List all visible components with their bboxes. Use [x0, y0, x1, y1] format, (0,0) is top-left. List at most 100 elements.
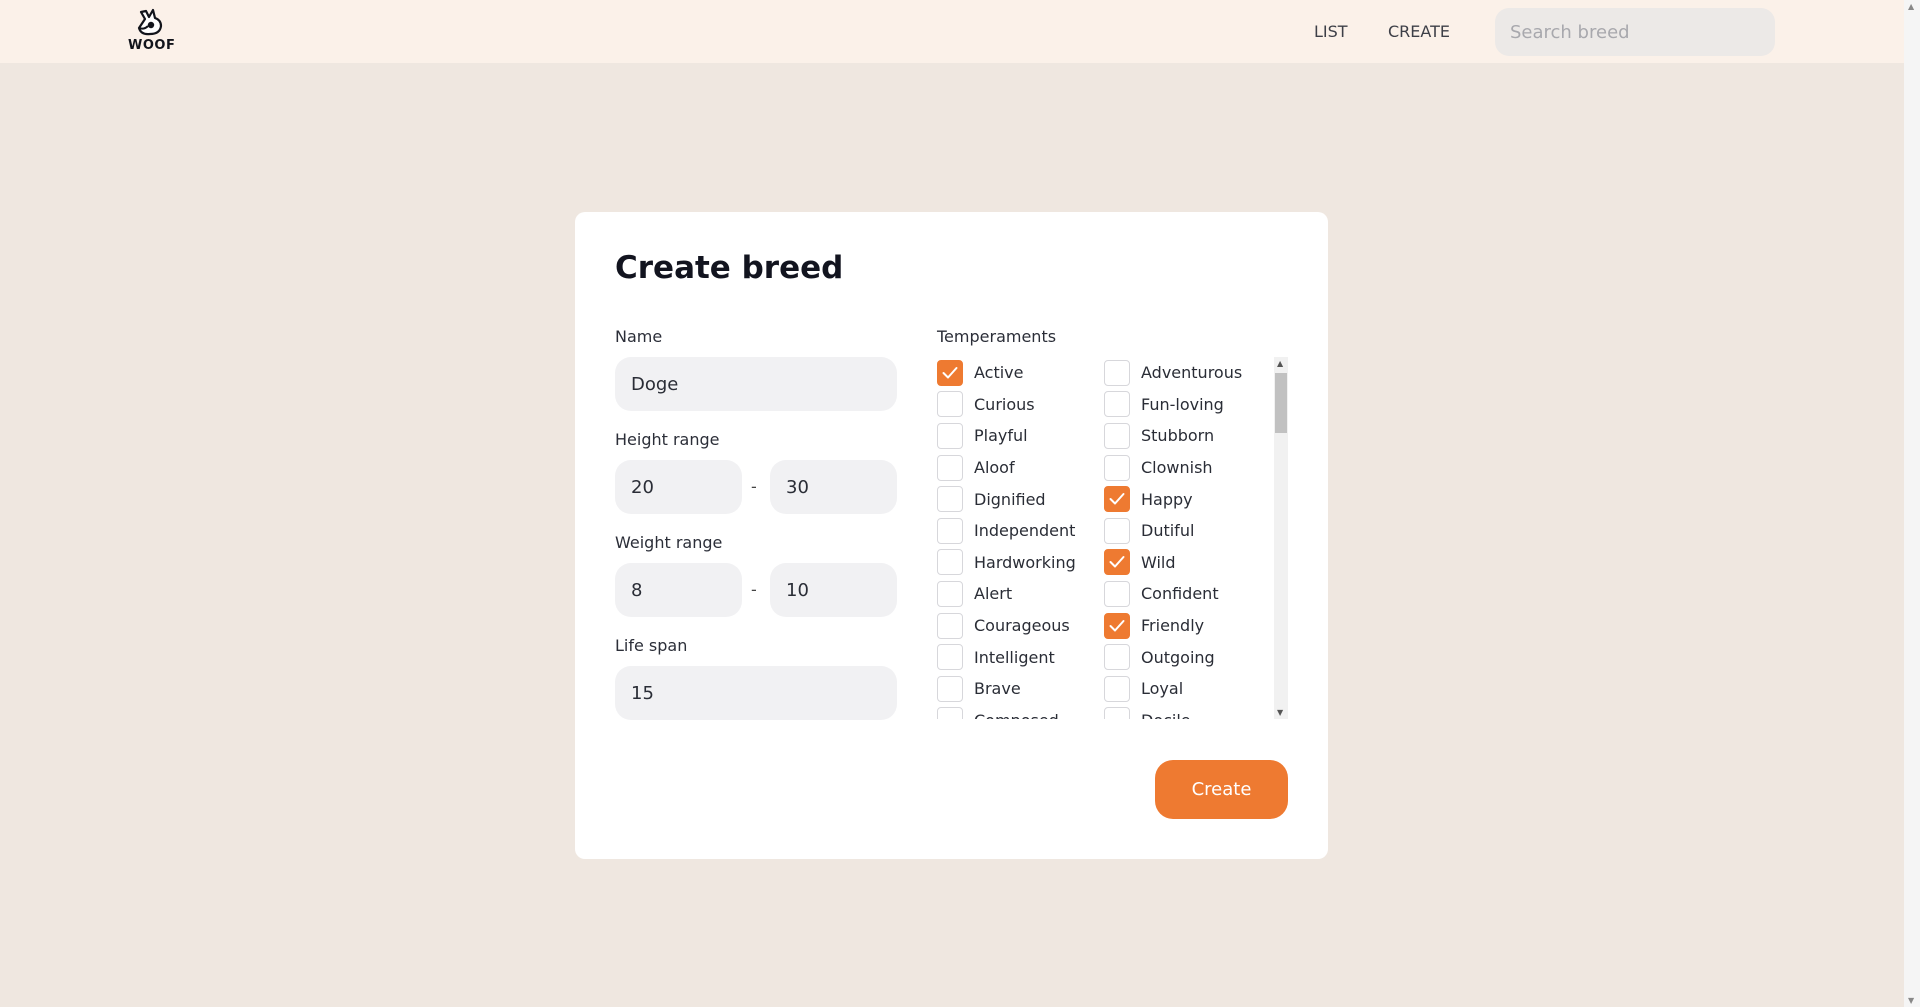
check-icon [942, 366, 958, 379]
temperament-checkbox[interactable] [1104, 422, 1130, 449]
temperament-option[interactable]: Dignified [937, 483, 1076, 515]
temperament-label: Docile [1141, 711, 1191, 719]
temperament-option[interactable]: Docile [1104, 705, 1242, 719]
nav-list-link[interactable]: LIST [1314, 22, 1348, 41]
temperament-checkbox[interactable] [1104, 517, 1130, 544]
temperament-checkbox[interactable] [1104, 486, 1130, 513]
temperament-checkbox[interactable] [1104, 391, 1130, 418]
temperament-checkbox[interactable] [1104, 580, 1130, 607]
temperament-option[interactable]: Composed [937, 705, 1076, 719]
temperaments-list[interactable]: Active Curious Playful Aloof Dignified Indepe… [937, 357, 1277, 719]
check-icon [1109, 556, 1125, 568]
temperament-label: Loyal [1141, 679, 1184, 699]
weight-min-field[interactable] [615, 563, 742, 617]
height-range-label: Height range [615, 430, 720, 449]
temperament-option[interactable]: Intelligent [937, 641, 1076, 673]
temperament-checkbox[interactable] [1104, 359, 1130, 386]
temperament-label: Aloof [974, 458, 1015, 478]
temperament-checkbox[interactable] [937, 707, 963, 719]
temperament-option[interactable]: Stubborn [1104, 420, 1242, 452]
temperament-checkbox[interactable] [1104, 612, 1130, 639]
scroll-down-icon[interactable]: ▼ [1277, 708, 1283, 717]
temperament-label: Stubborn [1141, 426, 1215, 446]
temperament-label: Independent [974, 521, 1076, 541]
temperament-option[interactable]: Playful [937, 420, 1076, 452]
temperament-option[interactable]: Active [937, 357, 1076, 389]
temperament-option[interactable]: Hardworking [937, 547, 1076, 579]
temperament-option[interactable]: Wild [1104, 547, 1242, 579]
temperament-checkbox[interactable] [1104, 644, 1130, 671]
temperament-checkbox[interactable] [937, 580, 963, 607]
temperament-label: Wild [1141, 552, 1176, 572]
height-min-field[interactable] [615, 460, 742, 514]
temperament-checkbox[interactable] [937, 486, 963, 513]
temperament-checkbox[interactable] [937, 359, 963, 386]
temperament-option[interactable]: Happy [1104, 483, 1242, 515]
temperament-option[interactable]: Fun-loving [1104, 389, 1242, 421]
temperament-option[interactable]: Confident [1104, 578, 1242, 610]
temperament-option[interactable]: Alert [937, 578, 1076, 610]
temperament-option[interactable]: Curious [937, 389, 1076, 421]
temperament-option[interactable]: Courageous [937, 610, 1076, 642]
page-scrollbar[interactable]: ▲ ▼ [1904, 0, 1920, 1007]
temperaments-scrollbar[interactable]: ▲ ▼ [1274, 357, 1288, 719]
temperament-label: Outgoing [1141, 647, 1215, 667]
weight-max-field[interactable] [770, 563, 897, 617]
logo[interactable]: WOOF [128, 8, 175, 53]
temperament-label: Hardworking [974, 552, 1076, 572]
temperament-label: Alert [974, 584, 1013, 604]
temperament-option[interactable]: Independent [937, 515, 1076, 547]
temperament-checkbox[interactable] [937, 454, 963, 481]
life-span-field[interactable] [615, 666, 897, 720]
temperament-label: Brave [974, 679, 1021, 699]
temperament-checkbox[interactable] [1104, 707, 1130, 719]
page-title: Create breed [615, 250, 844, 286]
temperament-label: Courageous [974, 616, 1070, 636]
scroll-up-icon[interactable]: ▲ [1277, 359, 1283, 368]
scrollbar-thumb[interactable] [1275, 373, 1287, 433]
temperament-checkbox[interactable] [937, 391, 963, 418]
range-separator: - [751, 477, 757, 496]
temperament-label: Dignified [974, 489, 1046, 509]
height-max-field[interactable] [770, 460, 897, 514]
temperament-option[interactable]: Adventurous [1104, 357, 1242, 389]
temperaments-column-right: Adventurous Fun-loving Stubborn Clownish Hap… [1104, 357, 1242, 719]
temperament-checkbox[interactable] [937, 517, 963, 544]
nav-create-link[interactable]: CREATE [1388, 22, 1450, 41]
temperament-label: Friendly [1141, 616, 1205, 636]
temperament-option[interactable]: Dutiful [1104, 515, 1242, 547]
temperament-checkbox[interactable] [937, 549, 963, 576]
temperament-label: Happy [1141, 489, 1193, 509]
temperament-checkbox[interactable] [937, 644, 963, 671]
check-icon [1109, 493, 1125, 505]
temperaments-column-left: Active Curious Playful Aloof Dignified Indepe… [937, 357, 1076, 719]
temperament-option[interactable]: Clownish [1104, 452, 1242, 484]
temperament-label: Confident [1141, 584, 1219, 604]
temperament-option[interactable]: Aloof [937, 452, 1076, 484]
temperament-option[interactable]: Friendly [1104, 610, 1242, 642]
temperament-label: Playful [974, 426, 1028, 446]
temperament-label: Clownish [1141, 458, 1213, 478]
create-button[interactable]: Create [1155, 760, 1288, 819]
temperament-label: Curious [974, 394, 1035, 414]
temperaments-label: Temperaments [937, 327, 1057, 346]
temperament-label: Active [974, 363, 1024, 383]
search-input[interactable] [1495, 8, 1775, 56]
temperament-checkbox[interactable] [1104, 675, 1130, 702]
temperament-checkbox[interactable] [1104, 454, 1130, 481]
scroll-down-icon[interactable]: ▼ [1908, 996, 1914, 1005]
temperament-option[interactable]: Brave [937, 673, 1076, 705]
temperament-checkbox[interactable] [937, 422, 963, 449]
temperament-checkbox[interactable] [1104, 549, 1130, 576]
temperament-label: Fun-loving [1141, 394, 1224, 414]
name-field[interactable] [615, 357, 897, 411]
temperament-option[interactable]: Loyal [1104, 673, 1242, 705]
weight-range-label: Weight range [615, 533, 723, 552]
name-label: Name [615, 327, 663, 346]
temperament-checkbox[interactable] [937, 612, 963, 639]
temperament-option[interactable]: Outgoing [1104, 641, 1242, 673]
range-separator: - [751, 580, 757, 599]
dog-logo-icon [137, 8, 163, 36]
temperament-checkbox[interactable] [937, 675, 963, 702]
scroll-up-icon[interactable]: ▲ [1908, 2, 1914, 11]
